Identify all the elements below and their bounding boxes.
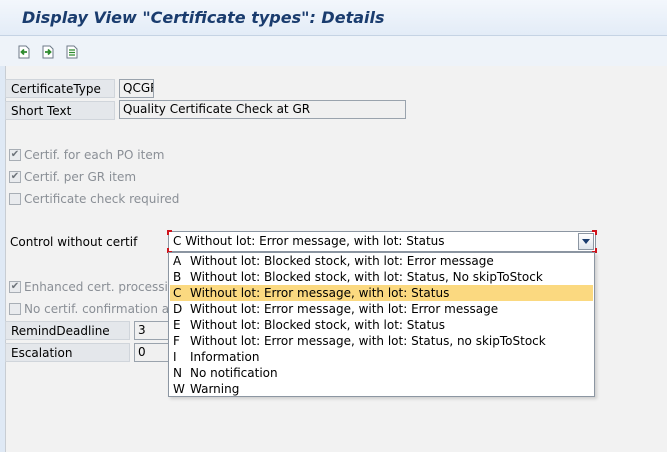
no-certif-confirmation-checkbox[interactable] <box>9 303 21 315</box>
certif-each-po-label: Certif. for each PO item <box>24 148 165 162</box>
escalation-label: Escalation <box>5 343 130 362</box>
dropdown-option-n[interactable]: N No notification <box>170 365 593 381</box>
dropdown-list: A Without lot: Blocked stock, with lot: E… <box>168 252 595 397</box>
cert-check-required-row: Certificate check required <box>9 190 179 208</box>
no-certif-confirmation-row: No certif. confirmation at G <box>9 300 187 318</box>
certif-per-gr-checkbox[interactable]: ✔ <box>9 171 21 183</box>
certificate-type-field[interactable]: QCGR <box>119 79 154 98</box>
toolbar <box>0 36 667 66</box>
previous-entry-icon[interactable] <box>16 44 32 60</box>
control-without-certif-select[interactable]: C Without lot: Error message, with lot: … <box>167 230 597 253</box>
dropdown-option-d[interactable]: D Without lot: Error message, with lot: E… <box>170 301 593 317</box>
enhanced-cert-row: ✔ Enhanced cert. processing <box>9 278 183 296</box>
enhanced-cert-checkbox[interactable]: ✔ <box>9 281 21 293</box>
enhanced-cert-label: Enhanced cert. processing <box>24 280 184 294</box>
certificate-type-label: CertificateType <box>5 79 115 98</box>
dropdown-option-f[interactable]: F Without lot: Error message, with lot: S… <box>170 333 593 349</box>
short-text-field[interactable]: Quality Certificate Check at GR <box>119 100 406 119</box>
next-entry-icon[interactable] <box>40 44 56 60</box>
cert-check-required-label: Certificate check required <box>24 192 180 206</box>
remind-deadline-label: RemindDeadline <box>5 321 130 340</box>
dropdown-option-i[interactable]: I Information <box>170 349 593 365</box>
dropdown-option-c[interactable]: C Without lot: Error message, with lot: S… <box>170 285 593 301</box>
certif-each-po-row: ✔ Certif. for each PO item <box>9 146 164 164</box>
chevron-down-icon <box>582 238 590 244</box>
dropdown-option-b[interactable]: B Without lot: Blocked stock, with lot: S… <box>170 269 593 285</box>
other-entry-icon[interactable] <box>64 44 80 60</box>
dropdown-option-e[interactable]: E Without lot: Blocked stock, with lot: S… <box>170 317 593 333</box>
dropdown-option-w[interactable]: W Warning <box>170 381 593 397</box>
escalation-field[interactable]: 0 <box>134 343 170 362</box>
certif-per-gr-row: ✔ Certif. per GR item <box>9 168 136 186</box>
dropdown-option-a[interactable]: A Without lot: Blocked stock, with lot: E… <box>170 253 593 269</box>
no-certif-confirmation-label: No certif. confirmation at G <box>24 302 187 316</box>
control-without-certif-value: C Without lot: Error message, with lot: … <box>173 234 445 248</box>
certif-each-po-checkbox[interactable]: ✔ <box>9 149 21 161</box>
title-bar: Display View "Certificate types": Detail… <box>0 0 667 36</box>
dropdown-button[interactable] <box>578 233 594 250</box>
cert-check-required-checkbox[interactable] <box>9 193 21 205</box>
control-without-certif-label: Control without certif <box>10 235 138 249</box>
remind-deadline-field[interactable]: 3 <box>134 321 170 340</box>
focus-corner <box>167 230 172 235</box>
short-text-label: Short Text <box>5 101 115 120</box>
window-title: Display View "Certificate types": Detail… <box>22 8 385 27</box>
certif-per-gr-label: Certif. per GR item <box>24 170 137 184</box>
